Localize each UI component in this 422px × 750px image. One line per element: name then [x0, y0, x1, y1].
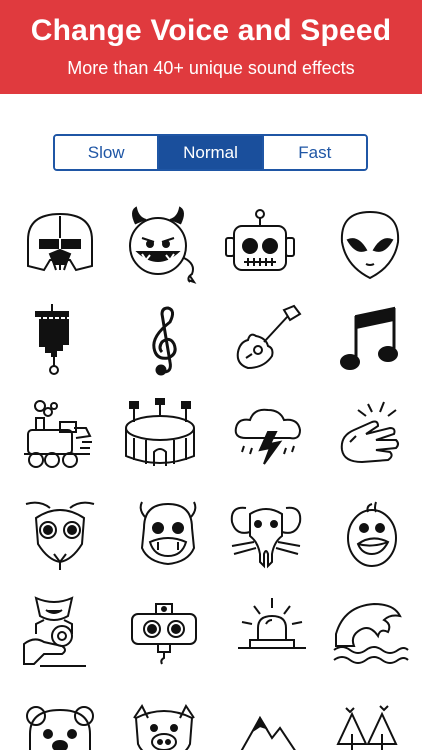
- effect-alien-button[interactable]: [330, 204, 410, 284]
- robot-icon: [220, 204, 300, 284]
- page-subtitle: More than 40+ unique sound effects: [67, 58, 355, 78]
- effect-stadium-button[interactable]: [120, 398, 200, 478]
- mountain-icon: [228, 704, 308, 750]
- page-title: Change Voice and Speed: [30, 14, 392, 47]
- darth-vader-icon: [20, 204, 100, 284]
- effect-darth-vader-button[interactable]: [20, 204, 100, 284]
- thunderstorm-icon: [228, 398, 308, 478]
- duck-icon: [332, 498, 412, 578]
- effect-hand-with-flower-button[interactable]: [14, 594, 94, 674]
- effect-clapping-hands-button[interactable]: [332, 398, 412, 478]
- effect-forest-button[interactable]: [332, 704, 412, 750]
- effect-alarm-siren-button[interactable]: [232, 594, 312, 674]
- ant-icon: [20, 498, 100, 578]
- effect-music-note-button[interactable]: [332, 302, 412, 382]
- effect-thunderstorm-button[interactable]: [228, 398, 308, 478]
- effect-duck-button[interactable]: [332, 498, 412, 578]
- effect-train-button[interactable]: [20, 398, 100, 478]
- speed-option-slow[interactable]: Slow: [55, 136, 158, 169]
- elephant-icon: [226, 498, 306, 578]
- speed-segmented-control: Slow Normal Fast: [53, 134, 368, 171]
- alarm-siren-icon: [232, 594, 312, 674]
- effect-mountain-button[interactable]: [228, 704, 308, 750]
- speed-option-fast[interactable]: Fast: [261, 136, 366, 169]
- effect-guitar-button[interactable]: [226, 302, 306, 382]
- pig-icon: [124, 704, 204, 750]
- speed-option-normal[interactable]: Normal: [157, 136, 262, 169]
- effect-pig-button[interactable]: [124, 704, 204, 750]
- effect-treble-clef-button[interactable]: [124, 302, 204, 382]
- forest-icon: [332, 704, 412, 750]
- devil-icon: [120, 204, 200, 284]
- effect-chipmunk-button[interactable]: [128, 498, 208, 578]
- speaker-robot-icon: [124, 594, 204, 674]
- ocean-wave-icon: [330, 594, 410, 674]
- effect-bear-button[interactable]: [20, 704, 100, 750]
- effect-ocean-wave-button[interactable]: [330, 594, 410, 674]
- effect-elephant-button[interactable]: [226, 498, 306, 578]
- effect-speaker-robot-button[interactable]: [124, 594, 204, 674]
- music-note-icon: [332, 302, 412, 382]
- bear-icon: [20, 704, 100, 750]
- stadium-icon: [120, 398, 200, 478]
- train-icon: [20, 398, 100, 478]
- wind-chime-icon: [14, 302, 94, 382]
- effect-wind-chime-button[interactable]: [14, 302, 94, 382]
- effect-robot-button[interactable]: [220, 204, 300, 284]
- effects-grid: [0, 200, 422, 750]
- guitar-icon: [226, 302, 306, 382]
- clapping-hands-icon: [332, 398, 412, 478]
- header-banner: Change Voice and Speed More than 40+ uni…: [0, 0, 422, 94]
- alien-icon: [330, 204, 410, 284]
- effect-ant-button[interactable]: [20, 498, 100, 578]
- chipmunk-icon: [128, 498, 208, 578]
- effect-devil-button[interactable]: [120, 204, 200, 284]
- treble-clef-icon: [124, 302, 204, 382]
- hand-with-flower-icon: [14, 594, 94, 674]
